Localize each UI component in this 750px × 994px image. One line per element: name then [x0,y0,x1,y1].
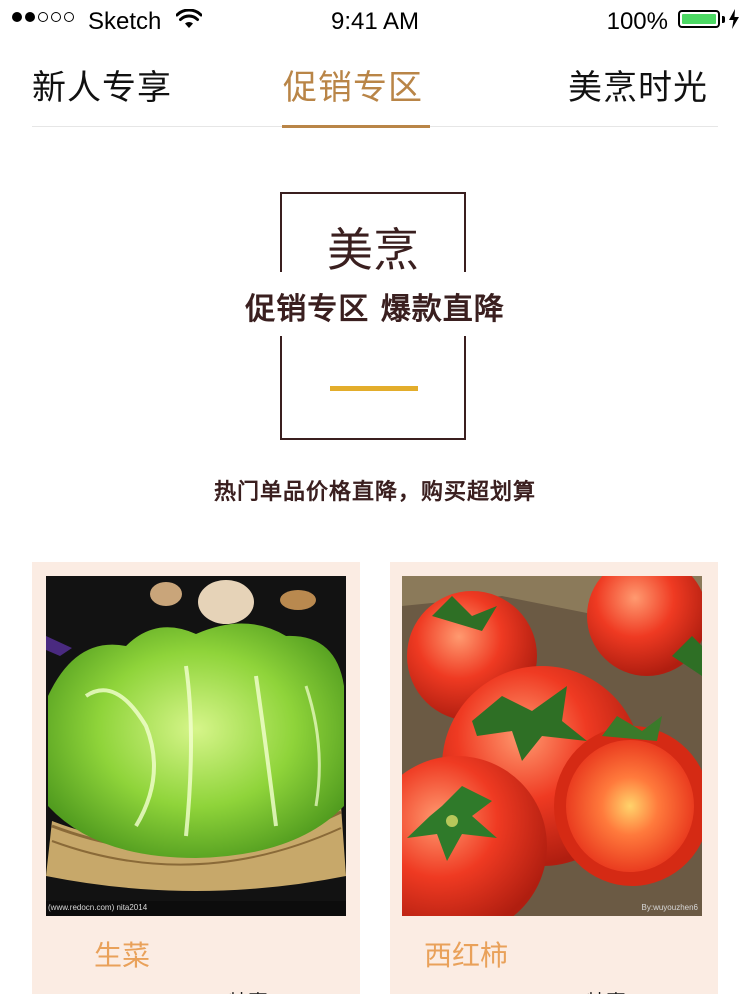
product-tag: 特惠 [586,986,626,994]
battery-icon [678,10,720,28]
status-bar: Sketch 9:41 AM 100% [0,0,750,42]
active-tab-indicator [282,125,430,128]
category-tabs: 新人专享 促销专区 美烹时光 [32,42,718,128]
photo-watermark: (www.redocn.com) nita2014 [48,903,148,912]
battery-tip [722,16,725,23]
lettuce-photo[interactable]: (www.redocn.com) nita2014 [46,576,346,916]
tomato-photo[interactable]: By:wuyouzhen6 [402,576,702,916]
product-card[interactable]: (www.redocn.com) nita2014 生菜 特惠 [32,562,360,994]
tab-cooking-time[interactable]: 美烹时光 [568,60,708,109]
photo-watermark: By:wuyouzhen6 [641,903,698,912]
tab-newcomer[interactable]: 新人专享 [32,60,172,109]
promo-page: Sketch 9:41 AM 100% 新人专享 促销专区 美烹时光 美烹 促销… [0,0,750,994]
product-tag: 特惠 [228,986,268,994]
charging-bolt-icon [729,9,739,29]
banner-title: 美烹 [327,223,419,277]
tab-promotion[interactable]: 促销专区 [283,60,423,109]
product-name[interactable]: 生菜 [94,934,150,974]
battery-percent: 100% [606,8,668,35]
banner-accent-bar [330,386,418,391]
banner-tagline: 热门单品价格直降，购买超划算 [213,480,536,505]
product-card[interactable]: By:wuyouzhen6 西红柿 特惠 [390,562,718,994]
banner-subtitle: 促销专区 爆款直降 [245,292,505,327]
product-name[interactable]: 西红柿 [424,934,508,974]
